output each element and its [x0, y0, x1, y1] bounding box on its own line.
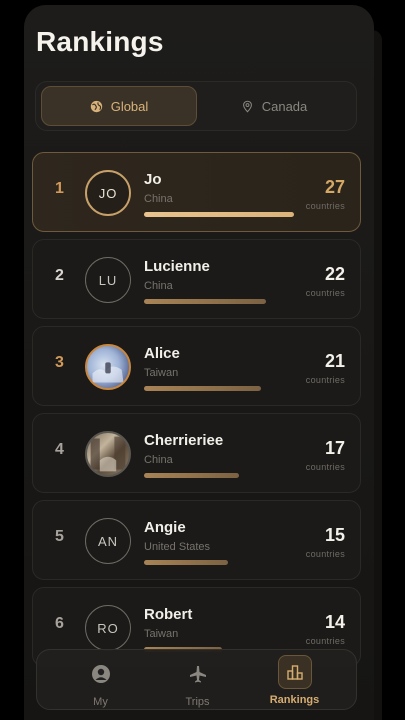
user-name: Alice	[144, 345, 180, 362]
avatar: AN	[85, 518, 131, 564]
progress-bar	[144, 212, 294, 217]
user-country: China	[144, 454, 173, 466]
ranking-row[interactable]: 5 AN Angie United States 15 countries	[32, 500, 361, 580]
location-pin-icon	[242, 100, 252, 113]
user-circle-icon	[86, 659, 116, 689]
tab-trips-label: Trips	[185, 696, 210, 708]
airplane-icon	[183, 659, 213, 689]
tab-rankings[interactable]: Rankings	[241, 650, 348, 711]
profile-photo-image	[90, 436, 126, 472]
avatar-initials: AN	[97, 533, 119, 549]
country-count: 17	[324, 438, 345, 458]
ranking-row[interactable]: 1 JO Jo China 27 countries	[32, 152, 361, 232]
avatar-photo	[85, 431, 131, 477]
tab-my-label: My	[93, 696, 108, 708]
country-count-label: countries	[305, 375, 345, 385]
country-count-label: countries	[305, 636, 345, 646]
progress-bar	[144, 473, 239, 478]
country-count: 21	[324, 351, 345, 371]
user-country: Taiwan	[144, 628, 179, 640]
user-name: Angie	[144, 519, 186, 536]
rank-number: 1	[55, 180, 64, 197]
avatar: JO	[85, 170, 131, 216]
avatar-initials: RO	[97, 620, 119, 636]
segment-global[interactable]: Global	[41, 86, 197, 126]
rank-number: 3	[55, 354, 64, 371]
progress-bar	[144, 560, 228, 565]
user-country: China	[144, 280, 173, 292]
profile-photo-image	[92, 362, 124, 383]
tab-trips[interactable]: Trips	[144, 650, 251, 711]
segment-canada[interactable]: Canada	[196, 86, 352, 126]
podium-icon	[277, 655, 312, 689]
rank-number: 6	[55, 615, 64, 632]
country-count-label: countries	[305, 462, 345, 472]
avatar-photo	[85, 344, 131, 390]
user-name: Jo	[144, 171, 162, 188]
user-name: Robert	[144, 606, 193, 623]
ranking-row[interactable]: 3 Alice Taiwan 21 countries	[32, 326, 361, 406]
user-country: Taiwan	[144, 367, 179, 379]
country-count: 14	[324, 612, 345, 632]
user-name: Lucienne	[144, 258, 210, 275]
tab-my[interactable]: My	[47, 650, 154, 711]
segment-canada-label: Canada	[261, 98, 308, 114]
page-title: Rankings	[36, 26, 164, 57]
country-count: 15	[324, 525, 345, 545]
country-count-label: countries	[305, 201, 345, 211]
ranking-row[interactable]: 2 LU Lucienne China 22 countries	[32, 239, 361, 319]
user-name: Cherrieriee	[144, 432, 224, 449]
avatar-initials: LU	[98, 272, 118, 288]
avatar-initials: JO	[98, 185, 118, 201]
avatar: LU	[85, 257, 131, 303]
user-country: United States	[144, 541, 211, 553]
rank-number: 4	[55, 441, 64, 458]
progress-bar	[144, 299, 266, 304]
rank-number: 2	[55, 267, 64, 284]
tab-rankings-label: Rankings	[269, 694, 320, 706]
segment-global-label: Global	[110, 98, 149, 114]
scope-segmented-control: Global Canada	[35, 81, 357, 131]
globe-icon	[90, 100, 102, 112]
user-country: China	[144, 193, 173, 205]
bottom-tab-bar: My Trips Rankings	[36, 649, 357, 710]
country-count-label: countries	[305, 549, 345, 559]
country-count: 27	[324, 177, 345, 197]
rank-number: 5	[55, 528, 64, 545]
country-count-label: countries	[305, 288, 345, 298]
ranking-row[interactable]: 4 Cherrieriee China 17 countries	[32, 413, 361, 493]
country-count: 22	[324, 264, 345, 284]
avatar: RO	[85, 605, 131, 651]
progress-bar	[144, 386, 261, 391]
